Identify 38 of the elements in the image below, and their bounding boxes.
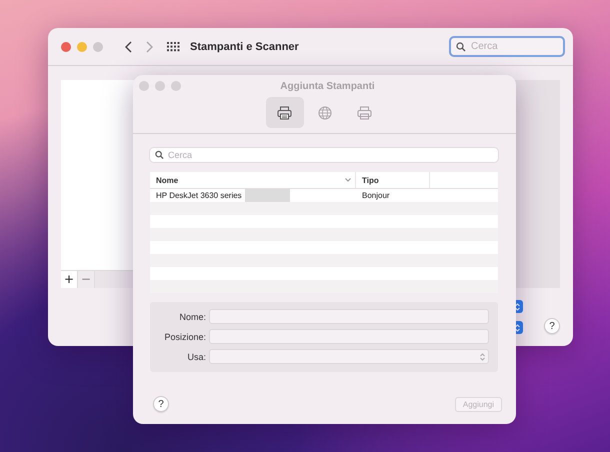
grid-icon [167,42,180,52]
forward-chevron-icon [146,40,153,52]
globe-icon [318,106,332,120]
input-field[interactable] [210,310,488,323]
close-button[interactable] [61,42,71,52]
input-field[interactable] [210,330,488,343]
help-button[interactable]: ? [544,318,560,334]
printer-list[interactable] [61,80,134,270]
printer-type: Bonjour [361,190,391,202]
grid-button[interactable] [167,42,180,52]
minimize-button[interactable] [77,42,87,52]
toolbar-tab[interactable] [266,97,304,128]
field-label: Posizione: [163,332,206,342]
column-header[interactable]: Nome [150,172,356,188]
select-field[interactable] [210,350,488,363]
minimize-button[interactable] [155,81,165,91]
column-header[interactable]: Tipo [356,172,430,188]
field-label: Nome: [178,312,206,322]
updown-chevron-icon [480,352,485,360]
printer-icon [357,106,372,120]
back-chevron-icon [125,40,132,52]
dialog-title: Aggiunta Stampanti [279,80,376,92]
search-field[interactable]: Cerca [150,148,498,162]
window-title: Stampanti e Scanner [190,40,299,52]
search-icon [155,150,164,160]
close-button[interactable] [139,81,149,91]
zoom-button[interactable] [93,42,103,52]
sort-chevron-icon [345,178,351,182]
printer-name: HP DeskJet 3630 series [156,191,242,200]
zoom-button[interactable] [171,81,181,91]
search-field[interactable]: Cerca [449,36,565,57]
search-icon [456,42,466,52]
printer-icon [277,106,292,120]
help-button[interactable]: ? [153,396,169,412]
forward-button[interactable] [146,40,153,52]
field-label: Usa: [186,352,206,362]
add-button[interactable]: + [61,271,78,288]
back-button[interactable] [125,40,132,52]
